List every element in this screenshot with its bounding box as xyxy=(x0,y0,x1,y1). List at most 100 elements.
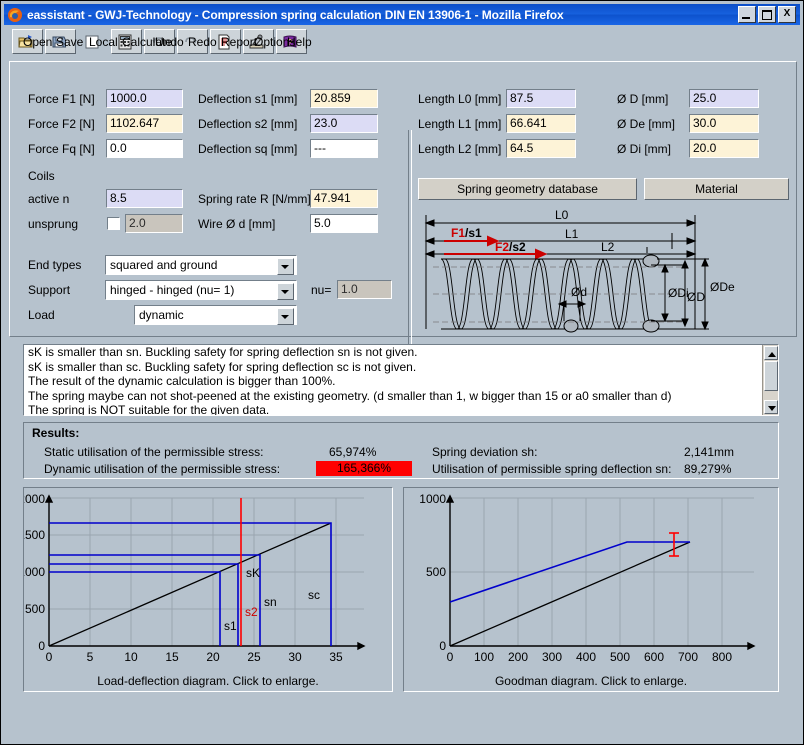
x-tick-25: 25 xyxy=(247,650,261,664)
label-wire-diameter: Wire Ø d [mm] xyxy=(198,217,275,231)
scrollbar-thumb[interactable] xyxy=(764,361,778,391)
y-tick-1500: 1500 xyxy=(24,528,45,542)
scroll-down-icon[interactable] xyxy=(764,400,778,414)
label-force-f1: Force F1 [N] xyxy=(28,92,95,106)
label-deflection-sq: Deflection sq [mm] xyxy=(198,142,297,156)
field-wire-diameter[interactable]: 5.0 xyxy=(310,214,378,233)
spring-label-l2: L2 xyxy=(601,240,615,254)
x-tick-30: 30 xyxy=(288,650,302,664)
message-line: sK is smaller than sc. Buckling safety f… xyxy=(24,360,778,375)
label-unsprung: unsprung xyxy=(28,217,78,231)
field-force-fq[interactable]: 0.0 xyxy=(106,139,183,158)
firefox-icon xyxy=(7,7,23,23)
results-panel: Results: Static utilisation of the permi… xyxy=(23,422,779,479)
x-tick-200: 200 xyxy=(508,650,528,664)
y-tick-500: 500 xyxy=(426,565,446,579)
messages-listbox[interactable]: sK is smaller than sn. Buckling safety f… xyxy=(23,344,779,416)
scroll-up-icon[interactable] xyxy=(764,346,778,360)
goodman-caption: Goodman diagram. Click to enlarge. xyxy=(404,674,778,688)
annotation-s1: s1 xyxy=(224,619,237,633)
series-spring-rate-line xyxy=(49,523,331,646)
field-force-f1[interactable]: 1000.0 xyxy=(106,89,183,108)
spring-label-de: ØDe xyxy=(710,280,735,294)
x-tick-35: 35 xyxy=(329,650,343,664)
select-load-value: dynamic xyxy=(139,308,184,322)
field-deflection-s1[interactable]: 20.859 xyxy=(310,89,378,108)
title-bar: eassistant - GWJ-Technology - Compressio… xyxy=(4,4,800,25)
field-diameter-d[interactable]: 25.0 xyxy=(689,89,759,108)
spring-label-l1: L1 xyxy=(565,227,579,241)
annotation-s2: s2 xyxy=(245,605,258,619)
minimize-button[interactable] xyxy=(738,6,756,23)
field-diameter-de[interactable]: 30.0 xyxy=(689,114,759,133)
unsprung-checkbox[interactable] xyxy=(107,217,120,230)
close-button[interactable]: X xyxy=(778,6,796,23)
label-nu: nu= xyxy=(311,283,331,297)
x-tick-700: 700 xyxy=(678,650,698,664)
field-length-l1[interactable]: 66.641 xyxy=(506,114,576,133)
y-tick-0: 0 xyxy=(38,639,45,653)
label-deflection-s2: Deflection s2 [mm] xyxy=(198,117,297,131)
label-deflection-s1: Deflection s1 [mm] xyxy=(198,92,297,106)
toolbar: Open Save Local xyxy=(4,26,800,57)
maximize-button[interactable] xyxy=(758,6,776,23)
result-label-permissible-deflection: Utilisation of permissible spring deflec… xyxy=(432,462,671,476)
x-tick-0: 0 xyxy=(46,650,53,664)
field-diameter-di[interactable]: 20.0 xyxy=(689,139,759,158)
label-length-l0: Length L0 [mm] xyxy=(418,92,501,106)
save-label: Save xyxy=(56,35,83,49)
spring-label-wire-d: Ød xyxy=(571,285,587,299)
field-deflection-sq[interactable]: --- xyxy=(310,139,378,158)
result-label-spring-deviation: Spring deviation sh: xyxy=(432,445,537,459)
label-length-l2: Length L2 [mm] xyxy=(418,142,501,156)
field-force-f2[interactable]: 1102.647 xyxy=(106,114,183,133)
undo-label: Undo xyxy=(155,35,184,49)
chevron-down-icon[interactable] xyxy=(277,258,294,275)
help-label: Help xyxy=(287,35,312,49)
select-end-types[interactable]: squared and ground xyxy=(105,255,297,275)
toolbar-filler xyxy=(309,29,800,54)
material-button[interactable]: Material xyxy=(644,178,789,200)
result-value-static-utilisation: 65,974% xyxy=(329,445,376,459)
x-tick-5: 5 xyxy=(87,650,94,664)
select-support[interactable]: hinged - hinged (nu= 1) xyxy=(105,280,297,300)
field-spring-rate[interactable]: 47.941 xyxy=(310,189,378,208)
x-tick-10: 10 xyxy=(124,650,138,664)
spring-geometry-diagram: L0 L1 L2 Ød ØDi ØD ØDe F1/s1 F2/s2 xyxy=(419,209,785,333)
coils-group-title: Coils xyxy=(28,169,55,183)
result-value-dynamic-utilisation: 165,366% xyxy=(316,461,412,476)
field-length-l0[interactable]: 87.5 xyxy=(506,89,576,108)
message-line: sK is smaller than sn. Buckling safety f… xyxy=(24,345,778,360)
result-value-spring-deviation: 2,141mm xyxy=(684,445,734,459)
result-value-permissible-deflection: 89,279% xyxy=(684,462,731,476)
x-tick-500: 500 xyxy=(610,650,630,664)
goodman-chart[interactable]: 0 500 1000 0 100 200 300 400 500 600 700… xyxy=(403,487,779,692)
field-length-l2[interactable]: 64.5 xyxy=(506,139,576,158)
y-tick-0: 0 xyxy=(439,639,446,653)
annotation-sc: sc xyxy=(308,588,320,602)
result-label-static-utilisation: Static utilisation of the permissible st… xyxy=(44,445,263,459)
chevron-down-icon[interactable] xyxy=(277,308,294,325)
messages-scrollbar[interactable] xyxy=(762,345,778,415)
label-force-f2: Force F2 [N] xyxy=(28,117,95,131)
local-label: Local xyxy=(89,35,118,49)
x-tick-300: 300 xyxy=(542,650,562,664)
open-button[interactable]: Open xyxy=(12,29,43,54)
report-label: Report xyxy=(221,35,257,49)
label-load: Load xyxy=(28,308,55,322)
select-end-types-value: squared and ground xyxy=(110,258,217,272)
load-deflection-chart[interactable]: 0 500 1000 1500 2000 0 5 10 15 20 25 30 … xyxy=(23,487,393,692)
field-deflection-s2[interactable]: 23.0 xyxy=(310,114,378,133)
field-active-n[interactable]: 8.5 xyxy=(106,189,183,208)
field-nu: 1.0 xyxy=(337,280,392,299)
label-diameter-di: Ø Di [mm] xyxy=(617,142,671,156)
label-end-types: End types xyxy=(28,258,81,272)
gridlines xyxy=(450,498,754,646)
y-tick-2000: 2000 xyxy=(24,492,45,506)
chevron-down-icon[interactable] xyxy=(277,283,294,300)
label-diameter-de: Ø De [mm] xyxy=(617,117,675,131)
annotation-sk: sK xyxy=(246,566,260,580)
x-tick-400: 400 xyxy=(576,650,596,664)
select-load[interactable]: dynamic xyxy=(134,305,297,325)
spring-geometry-database-button[interactable]: Spring geometry database xyxy=(418,178,637,200)
